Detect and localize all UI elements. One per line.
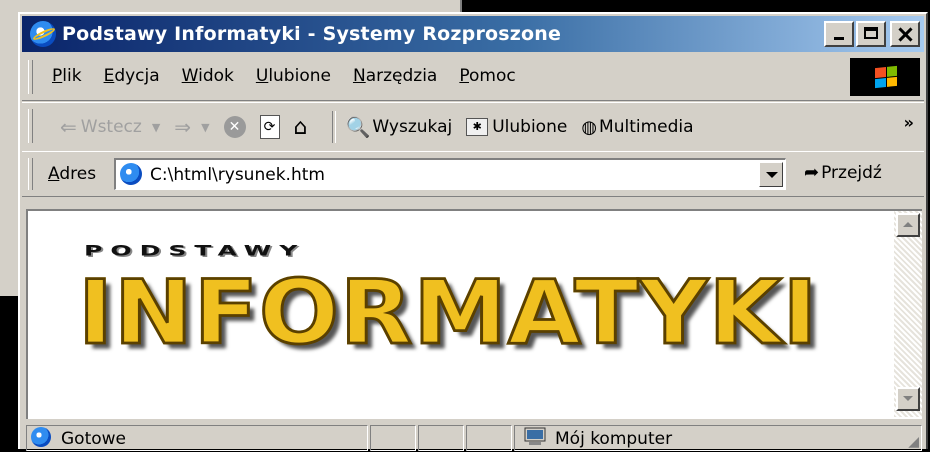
status-bar: Gotowe Mój komputer ◢ bbox=[26, 423, 924, 451]
favorites-icon: ✱ bbox=[466, 118, 489, 136]
stop-button[interactable]: ✕ bbox=[223, 116, 246, 138]
close-button[interactable] bbox=[890, 21, 920, 47]
menubar-grip[interactable] bbox=[28, 60, 33, 94]
menu-widok[interactable]: Widok bbox=[182, 66, 234, 86]
media-label: Multimedia bbox=[599, 117, 694, 137]
refresh-icon: ⟳ bbox=[259, 115, 280, 139]
menu-bar: Plik Edycja Widok Ulubione Narzędzia Pom… bbox=[22, 54, 924, 101]
go-label: Przejdź bbox=[821, 162, 882, 183]
windows-logo bbox=[850, 58, 920, 96]
window-controls bbox=[822, 21, 920, 47]
maximize-button[interactable] bbox=[856, 21, 886, 47]
browser-window: Podstawy Informatyki - Systemy Rozproszo… bbox=[18, 12, 928, 451]
back-label: Wstecz bbox=[80, 117, 142, 137]
search-label: Wyszukaj bbox=[372, 117, 453, 137]
menu-ulubione[interactable]: Ulubione bbox=[256, 66, 331, 86]
toolbar-separator bbox=[331, 111, 336, 143]
menu-plik[interactable]: Plik bbox=[52, 66, 82, 86]
back-arrow-icon: ⇐ bbox=[60, 115, 77, 139]
status-page-icon bbox=[31, 427, 51, 447]
window-title: Podstawy Informatyki - Systemy Rozproszo… bbox=[62, 23, 562, 45]
favorites-label: Ulubione bbox=[492, 117, 568, 137]
address-bar: Adres C:\html\rysunek.htm ➦ Przejdź bbox=[22, 151, 924, 197]
home-button[interactable]: ⌂ bbox=[294, 115, 308, 140]
forward-dropdown-icon[interactable]: ▼ bbox=[201, 121, 209, 134]
back-dropdown-icon[interactable]: ▼ bbox=[152, 121, 160, 134]
search-icon: 🔍 bbox=[345, 115, 371, 139]
scroll-down-button[interactable] bbox=[896, 387, 920, 411]
addressbar-grip[interactable] bbox=[28, 158, 33, 190]
status-zone-cell[interactable]: Mój komputer ◢ bbox=[514, 425, 922, 451]
menu-pomoc[interactable]: Pomoc bbox=[459, 66, 515, 86]
address-input[interactable]: C:\html\rysunek.htm bbox=[114, 158, 786, 190]
address-label: Adres bbox=[48, 164, 97, 184]
minimize-button[interactable] bbox=[824, 21, 854, 47]
refresh-button[interactable]: ⟳ bbox=[259, 115, 280, 139]
menu-items: Plik Edycja Widok Ulubione Narzędzia Pom… bbox=[52, 66, 538, 86]
address-dropdown-button[interactable] bbox=[759, 162, 783, 187]
media-icon: ◍ bbox=[581, 116, 598, 138]
ie-icon[interactable] bbox=[30, 21, 56, 47]
stop-icon: ✕ bbox=[223, 116, 246, 138]
logo-top-text: PODSTAWY bbox=[84, 243, 306, 259]
scroll-up-button[interactable] bbox=[896, 213, 920, 237]
status-cell-secure bbox=[418, 425, 464, 451]
home-icon: ⌂ bbox=[293, 114, 308, 140]
status-main-cell: Gotowe bbox=[26, 425, 368, 451]
menu-edycja[interactable]: Edycja bbox=[104, 66, 160, 86]
toolbar-overflow-button[interactable]: » bbox=[904, 113, 914, 132]
toolbar-grip[interactable] bbox=[28, 109, 33, 143]
page-content[interactable]: PODSTAWY INFORMATYKI bbox=[26, 209, 922, 419]
favorites-button[interactable]: ✱ Ulubione bbox=[466, 117, 567, 137]
status-cell-offline bbox=[466, 425, 512, 451]
desktop-background-left bbox=[0, 296, 20, 449]
address-url[interactable]: C:\html\rysunek.htm bbox=[150, 165, 325, 185]
forward-button[interactable]: ⇒ ▼ bbox=[174, 115, 209, 139]
menu-narzedzia[interactable]: Narzędzia bbox=[353, 66, 437, 86]
search-button[interactable]: 🔍 Wyszukaj bbox=[346, 115, 453, 139]
zone-text: Mój komputer bbox=[555, 429, 673, 449]
logo-main-text: INFORMATYKI bbox=[77, 260, 820, 366]
go-arrow-icon: ➦ bbox=[804, 162, 820, 183]
resize-grip-icon[interactable]: ◢ bbox=[908, 434, 919, 450]
page-icon bbox=[120, 163, 142, 185]
back-button[interactable]: ⇐ Wstecz ▼ bbox=[60, 115, 160, 139]
standard-toolbar: ⇐ Wstecz ▼ ⇒ ▼ ✕ ⟳ ⌂ 🔍 Wyszukaj ✱ Ulubio… bbox=[22, 102, 924, 152]
windows-flag-icon bbox=[875, 65, 897, 89]
go-button[interactable]: ➦ Przejdź bbox=[804, 162, 882, 183]
media-button[interactable]: ◍ Multimedia bbox=[581, 117, 693, 138]
vertical-scrollbar[interactable] bbox=[894, 211, 922, 417]
status-text: Gotowe bbox=[61, 429, 127, 449]
forward-arrow-icon: ⇒ bbox=[174, 115, 192, 139]
computer-icon bbox=[523, 427, 547, 447]
status-cell-progress bbox=[370, 425, 416, 451]
title-bar[interactable]: Podstawy Informatyki - Systemy Rozproszo… bbox=[22, 16, 924, 52]
